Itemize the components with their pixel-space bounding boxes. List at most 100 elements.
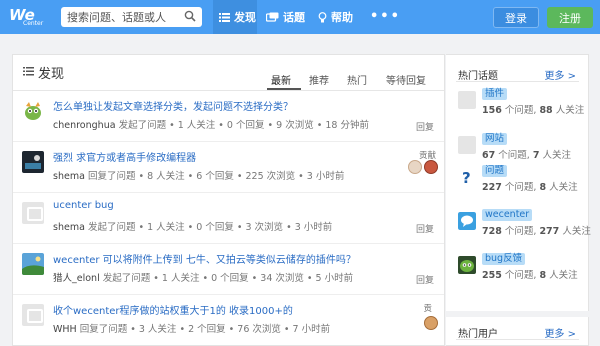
question-stats: 回复了问题 • 3 人关注 • 2 个回复 • 76 次浏览 • 7 小时前 (79, 324, 331, 335)
bulb-icon (318, 11, 327, 22)
reply-link[interactable]: 回复 (416, 120, 434, 133)
topic-follower-label: 人关注 (562, 226, 591, 237)
search-icon[interactable] (184, 10, 196, 22)
question-row: 收个wecenter程序做的站权重大于1的 收录1000+的 WHH 回复了问题… (13, 296, 444, 346)
nav-topics-label: 话题 (283, 11, 305, 24)
question-title[interactable]: 强烈 求官方或者高手修改编程器 (53, 149, 196, 164)
topic-follower-label: 人关注 (542, 150, 571, 161)
discover-panel: 发现 最新 推荐 热门 等待回复 怎么单独让发起文章选择分类，发起问题不选择分类… (12, 54, 445, 346)
contributor-avatar[interactable] (424, 316, 438, 330)
topic-item: 插件 156 个问题, 88 人关注 (458, 88, 586, 124)
landscape-avatar[interactable] (22, 253, 44, 275)
topic-question-count: 67 (482, 150, 496, 161)
hot-topics-title: 热门话题 (458, 71, 498, 82)
tab-unanswered[interactable]: 等待回复 (386, 72, 426, 87)
question-mark-icon[interactable]: ? (458, 168, 476, 186)
nav-help-label: 帮助 (331, 11, 353, 24)
divider (456, 81, 579, 82)
topic-question-label: 个问题, (498, 150, 530, 161)
reply-link[interactable]: 回复 (416, 273, 434, 286)
more-menu-button[interactable]: ••• (370, 9, 401, 24)
topic-stats: 227 个问题, 8 人关注 (482, 179, 578, 193)
hot-topics-sidebar: 热门话题 更多 > 插件 156 个问题, 88 人关注 网站 67 个问题, … (446, 54, 591, 346)
topic-question-count: 728 (482, 226, 502, 237)
question-user[interactable]: 猎人_elonl (53, 273, 100, 284)
monster-avatar[interactable] (22, 100, 44, 122)
hot-topics-more-link[interactable]: 更多 > (544, 67, 576, 82)
question-title[interactable]: 怎么单独让发起文章选择分类，发起问题不选择分类？ (53, 98, 293, 113)
active-tab-indicator (267, 88, 301, 90)
tab-latest[interactable]: 最新 (271, 72, 291, 87)
question-stats: 发起了问题 • 1 人关注 • 0 个回复 • 3 次浏览 • 3 小时前 (87, 222, 333, 233)
question-meta: 猎人_elonl 发起了问题 • 1 人关注 • 0 个回复 • 34 次浏览 … (53, 270, 353, 284)
question-title[interactable]: 收个wecenter程序做的站权重大于1的 收录1000+的 (53, 302, 293, 317)
top-navbar: We Center 发现 话题 帮助 ••• 登录 注册 (0, 0, 600, 34)
contributor-avatar[interactable] (408, 160, 422, 174)
topic-item: wecenter 728 个问题, 277 人关注 (458, 209, 591, 245)
topic-question-count: 156 (482, 105, 502, 116)
register-button[interactable]: 注册 (547, 7, 593, 28)
list-icon (23, 67, 34, 76)
question-user[interactable]: chenronghua (53, 120, 116, 131)
topic-tag[interactable]: wecenter (482, 209, 533, 221)
topic-follower-label: 人关注 (555, 105, 585, 116)
topic-item: bug反馈 255 个问题, 8 人关注 (458, 253, 586, 289)
section-gap (446, 311, 589, 317)
search-input[interactable] (67, 9, 179, 25)
tab-recommended[interactable]: 推荐 (309, 72, 329, 87)
page-scrollbar[interactable] (591, 36, 600, 346)
topic-question-count: 255 (482, 270, 502, 281)
question-row: wecenter 可以将附件上传到 七牛、又拍云等类似云储存的插件吗？ 猎人_e… (13, 245, 444, 295)
topic-default-icon[interactable] (458, 136, 476, 154)
question-title[interactable]: wecenter 可以将附件上传到 七牛、又拍云等类似云储存的插件吗？ (53, 251, 356, 266)
chat-bubble-icon[interactable] (458, 212, 476, 230)
nav-help[interactable]: 帮助 (318, 0, 353, 34)
question-user[interactable]: shema (53, 222, 85, 233)
topic-question-count: 227 (482, 182, 502, 193)
nav-discover[interactable]: 发现 (213, 0, 257, 34)
topic-follower-count: 7 (532, 150, 540, 161)
wecenter-logo[interactable]: We Center (9, 6, 51, 30)
topic-follower-count: 8 (539, 182, 547, 193)
topic-item: ? 问题 227 个问题, 8 人关注 (458, 165, 586, 201)
question-stats: 发起了问题 • 1 人关注 • 0 个回复 • 34 次浏览 • 5 小时前 (102, 273, 354, 284)
topic-follower-count: 88 (539, 105, 553, 116)
login-button[interactable]: 登录 (493, 7, 539, 28)
contributors-label: 贡献 (418, 151, 436, 161)
topic-stats: 728 个问题, 277 人关注 (482, 223, 591, 237)
question-row: ucenter bug shema 发起了问题 • 1 人关注 • 0 个回复 … (13, 194, 444, 244)
question-user[interactable]: WHH (53, 324, 77, 335)
logo-subtext: Center (23, 20, 44, 27)
topic-tag[interactable]: 网站 (482, 133, 508, 145)
reply-link[interactable]: 回复 (416, 222, 434, 235)
contributors-label: 贡 (423, 304, 432, 314)
contributor-avatar[interactable] (424, 160, 438, 174)
question-meta: shema 回复了问题 • 8 人关注 • 6 个回复 • 225 次浏览 • … (53, 168, 344, 182)
bug-monster-icon[interactable] (458, 256, 476, 274)
divider (456, 339, 579, 340)
question-title[interactable]: ucenter bug (53, 200, 114, 211)
nav-topics[interactable]: 话题 (266, 0, 305, 34)
default-avatar[interactable] (22, 202, 44, 224)
topic-question-label: 个问题, (504, 226, 537, 237)
topic-question-label: 个问题, (504, 182, 537, 193)
panel-header: 发现 最新 推荐 热门 等待回复 (13, 55, 444, 91)
hot-users-title: 热门用户 (458, 329, 498, 340)
question-row: 强烈 求官方或者高手修改编程器 shema 回复了问题 • 8 人关注 • 6 … (13, 143, 444, 193)
topic-default-icon[interactable] (458, 91, 476, 109)
topic-tag[interactable]: 插件 (482, 88, 508, 100)
question-stats: 回复了问题 • 8 人关注 • 6 个回复 • 225 次浏览 • 3 小时前 (87, 171, 345, 182)
topic-question-label: 个问题, (504, 105, 537, 116)
tab-hot[interactable]: 热门 (347, 72, 367, 87)
topic-tag[interactable]: 问题 (482, 165, 508, 177)
hot-users-more-link[interactable]: 更多 > (544, 325, 576, 340)
question-meta: chenronghua 发起了问题 • 1 人关注 • 0 个回复 • 9 次浏… (53, 117, 369, 131)
default-avatar[interactable] (22, 304, 44, 326)
question-user[interactable]: shema (53, 171, 85, 182)
dark-avatar[interactable] (22, 151, 44, 173)
search-box (61, 7, 202, 27)
topic-follower-count: 8 (539, 270, 547, 281)
question-meta: shema 发起了问题 • 1 人关注 • 0 个回复 • 3 次浏览 • 3 … (53, 219, 332, 233)
topic-question-label: 个问题, (504, 270, 537, 281)
topic-tag[interactable]: bug反馈 (482, 253, 526, 265)
